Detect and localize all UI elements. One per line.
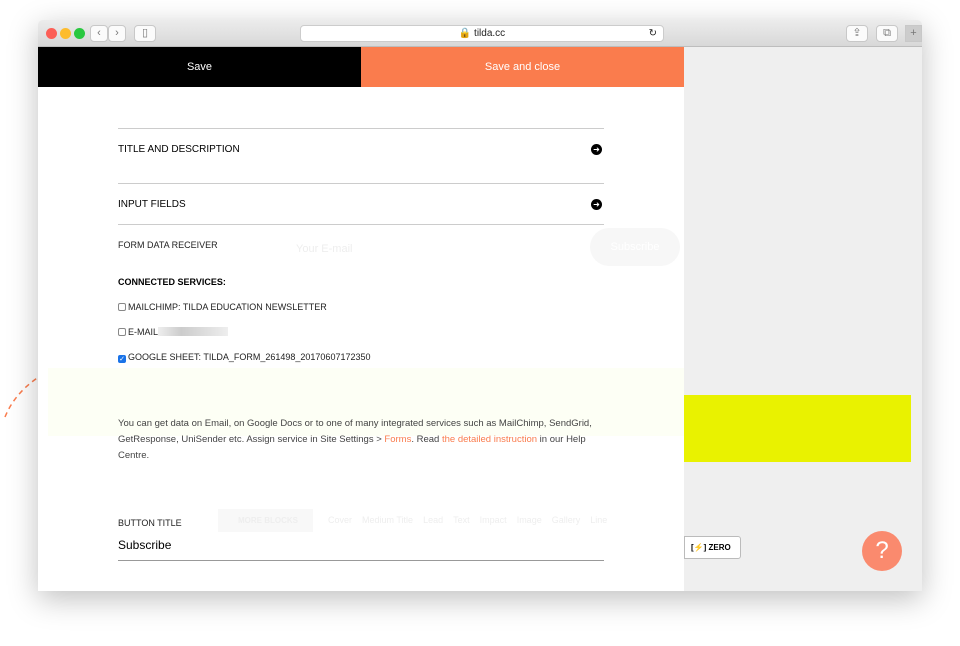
checkbox[interactable] [118,328,126,336]
section-input-fields[interactable]: INPUT FIELDS ➜ [118,183,604,225]
browser-window: ‹ › ▯ 🔒 tilda.cc ↻ ⇪ ⧉ + [⚡] ZERO ? Save … [38,20,922,591]
service-email[interactable]: E-MAIL [118,327,229,337]
section-title-description[interactable]: TITLE AND DESCRIPTION ➜ [118,128,604,170]
form-settings-panel: Save Save and close Your E-mail Subscrib… [38,47,684,591]
section-label: INPUT FIELDS [118,199,186,210]
share-icon[interactable]: ⇪ [846,25,868,42]
service-google-sheet[interactable]: ✓ GOOGLE SHEET: TILDA_FORM_261498_2017060… [118,352,370,363]
email-placeholder-bg: Your E-mail [296,243,353,255]
tabs-icon[interactable]: ⧉ [876,25,898,42]
help-button[interactable]: ? [862,531,902,571]
minimize-window-icon[interactable] [60,28,71,39]
back-button[interactable]: ‹ [90,25,108,42]
arrow-right-icon: ➜ [591,199,602,210]
zero-icon: [⚡] [691,543,707,552]
block-tab: Gallery [551,515,581,525]
form-data-receiver-label: FORM DATA RECEIVER [118,240,218,250]
browser-toolbar: ‹ › ▯ 🔒 tilda.cc ↻ ⇪ ⧉ + [38,20,922,47]
block-tab: Image [516,515,542,525]
block-tab: Impact [479,515,507,525]
block-tab: Text [453,515,470,525]
sidebar-icon[interactable]: ▯ [134,25,156,42]
connected-services-heading: CONNECTED SERVICES: [118,277,226,287]
service-label: MAILCHIMP: TILDA EDUCATION NEWSLETTER [128,302,327,312]
new-tab-button[interactable]: + [905,25,922,42]
service-label: E-MAIL [128,327,159,337]
info-text: You can get data on Email, on Google Doc… [118,418,592,461]
section-label: TITLE AND DESCRIPTION [118,144,240,155]
forward-button[interactable]: › [108,25,126,42]
redacted-email [158,327,229,336]
forms-link[interactable]: Forms [384,434,411,445]
block-tab: Medium Title [362,515,414,525]
yellow-block [684,395,911,462]
block-tab: Lead [423,515,444,525]
zero-label: ZERO [708,543,731,552]
button-title-input[interactable]: Subscribe [118,535,604,561]
maximize-window-icon[interactable] [74,28,85,39]
instruction-link[interactable]: the detailed instruction [442,434,537,445]
save-button[interactable]: Save [38,47,361,87]
address-bar[interactable]: 🔒 tilda.cc ↻ [300,25,664,42]
url-text: tilda.cc [474,28,506,39]
checkbox-checked[interactable]: ✓ [118,355,126,363]
arrow-right-icon: ➜ [591,144,602,155]
button-title-label: BUTTON TITLE [118,518,182,528]
block-tab: Line [590,515,608,525]
save-and-close-button[interactable]: Save and close [361,47,684,87]
subscribe-bg-button: Subscribe [590,228,680,266]
block-tab: Cover [328,515,353,525]
lock-icon: 🔒 [458,28,472,39]
more-blocks-bg: MORE BLOCKS [218,509,313,532]
close-window-icon[interactable] [46,28,57,39]
zero-block-button[interactable]: [⚡] ZERO [684,536,741,559]
block-tabs-bg: Cover Medium Title Lead Text Impact Imag… [328,515,607,525]
reload-icon[interactable]: ↻ [649,26,657,42]
service-mailchimp[interactable]: MAILCHIMP: TILDA EDUCATION NEWSLETTER [118,302,327,312]
checkbox[interactable] [118,303,126,311]
service-label: GOOGLE SHEET: TILDA_FORM_261498_20170607… [128,352,371,362]
